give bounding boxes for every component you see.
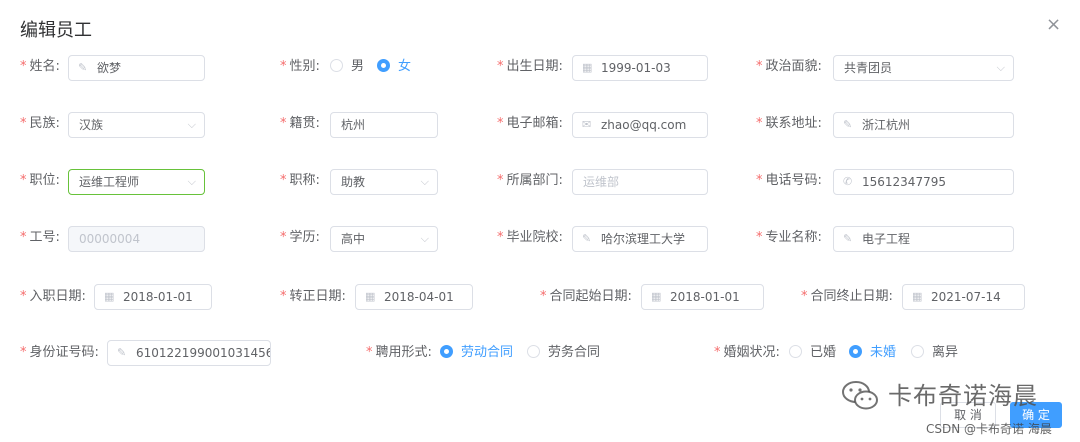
gender-label: * 性别: xyxy=(280,59,320,74)
contract-end-label: * 合同终止日期: xyxy=(801,289,893,304)
specialty-label: * 专业名称: xyxy=(756,230,822,245)
id-card-input[interactable]: ✎ 610122199001031456 xyxy=(107,340,271,366)
phone-input[interactable]: ✆ 15612347795 xyxy=(833,169,1014,195)
calendar-icon: ▦ xyxy=(104,290,115,303)
mail-icon: ✉ xyxy=(582,118,592,131)
edit-icon: ✎ xyxy=(843,118,853,131)
name-input[interactable]: ✎ 欲梦 xyxy=(68,55,205,81)
education-select[interactable]: 高中 ⌵ xyxy=(330,226,438,252)
contract-end-picker[interactable]: ▦ 2021-07-14 xyxy=(902,284,1025,310)
engage-form-radio-service-contract[interactable]: 劳务合同 xyxy=(527,344,600,362)
address-label: * 联系地址: xyxy=(756,116,822,131)
edit-icon: ✎ xyxy=(843,232,853,245)
engage-form-radio-labor-contract[interactable]: 劳动合同 xyxy=(440,344,513,362)
nation-label: * 民族: xyxy=(20,116,60,131)
specialty-input[interactable]: ✎ 电子工程 xyxy=(833,226,1014,252)
address-input[interactable]: ✎ 浙江杭州 xyxy=(833,112,1014,138)
chevron-down-icon: ⌵ xyxy=(187,175,196,188)
politic-label: * 政治面貌: xyxy=(756,59,822,74)
school-input[interactable]: ✎ 哈尔滨理工大学 xyxy=(572,226,708,252)
watermark-credit: CSDN @卡布奇诺 海晨 xyxy=(926,422,1052,436)
education-label: * 学历: xyxy=(280,230,320,245)
wedlock-radio-married[interactable]: 已婚 xyxy=(789,344,836,362)
email-label: * 电子邮箱: xyxy=(497,116,563,131)
gender-radio-male[interactable]: 男 xyxy=(330,58,364,76)
wedlock-radio-divorced[interactable]: 离异 xyxy=(911,344,958,362)
native-place-input[interactable]: 杭州 xyxy=(330,112,438,138)
name-label: * 姓名: xyxy=(20,59,60,74)
birthday-label: * 出生日期: xyxy=(497,59,563,74)
edit-icon: ✎ xyxy=(582,232,592,245)
calendar-icon: ▦ xyxy=(651,290,662,303)
contract-begin-label: * 合同起始日期: xyxy=(540,289,632,304)
work-id-label: * 工号: xyxy=(20,230,60,245)
chevron-down-icon: ⌵ xyxy=(420,175,429,188)
conversion-time-label: * 转正日期: xyxy=(280,289,346,304)
gender-radio-female[interactable]: 女 xyxy=(377,58,411,76)
work-id-input: 00000004 xyxy=(68,226,205,252)
edit-icon: ✎ xyxy=(117,346,127,359)
calendar-icon: ▦ xyxy=(912,290,923,303)
begin-date-picker[interactable]: ▦ 2018-01-01 xyxy=(94,284,212,310)
watermark-account-name: 卡布奇诺海晨 xyxy=(888,382,1038,410)
calendar-icon: ▦ xyxy=(365,290,376,303)
chevron-down-icon: ⌵ xyxy=(996,61,1005,74)
dialog-title: 编辑员工 xyxy=(20,20,92,41)
school-label: * 毕业院校: xyxy=(497,230,563,245)
calendar-icon: ▦ xyxy=(582,61,593,74)
birthday-date-picker[interactable]: ▦ 1999-01-03 xyxy=(572,55,708,81)
phone-label: * 电话号码: xyxy=(756,173,822,188)
position-label: * 职位: xyxy=(20,173,60,188)
wechat-watermark-icon xyxy=(842,381,878,410)
contract-begin-picker[interactable]: ▦ 2018-01-01 xyxy=(641,284,764,310)
nation-select[interactable]: 汉族 ⌵ xyxy=(68,112,205,138)
begin-date-label: * 入职日期: xyxy=(20,289,86,304)
native-place-label: * 籍贯: xyxy=(280,116,320,131)
edit-employee-dialog: 编辑员工 × * 姓名: ✎ 欲梦 * 性别: 男 女 * 出生日期: ▦ 1999-01… xyxy=(0,0,1080,442)
politic-select[interactable]: 共青团员 ⌵ xyxy=(833,55,1014,81)
chevron-down-icon: ⌵ xyxy=(187,118,196,131)
job-level-label: * 职称: xyxy=(280,173,320,188)
phone-icon: ✆ xyxy=(843,175,853,188)
edit-icon: ✎ xyxy=(78,61,88,74)
position-select[interactable]: 运维工程师 ⌵ xyxy=(68,169,205,195)
close-icon[interactable]: × xyxy=(1046,14,1061,35)
chevron-down-icon: ⌵ xyxy=(420,232,429,245)
department-label: * 所属部门: xyxy=(497,173,563,188)
department-input[interactable]: 运维部 xyxy=(572,169,708,195)
engage-form-label: * 聘用形式: xyxy=(366,345,432,360)
email-input[interactable]: ✉ zhao@qq.com xyxy=(572,112,708,138)
wedlock-radio-unmarried[interactable]: 未婚 xyxy=(849,344,896,362)
id-card-label: * 身份证号码: xyxy=(20,345,99,360)
wedlock-label: * 婚姻状况: xyxy=(714,345,780,360)
job-level-select[interactable]: 助教 ⌵ xyxy=(330,169,438,195)
conversion-time-picker[interactable]: ▦ 2018-04-01 xyxy=(355,284,473,310)
